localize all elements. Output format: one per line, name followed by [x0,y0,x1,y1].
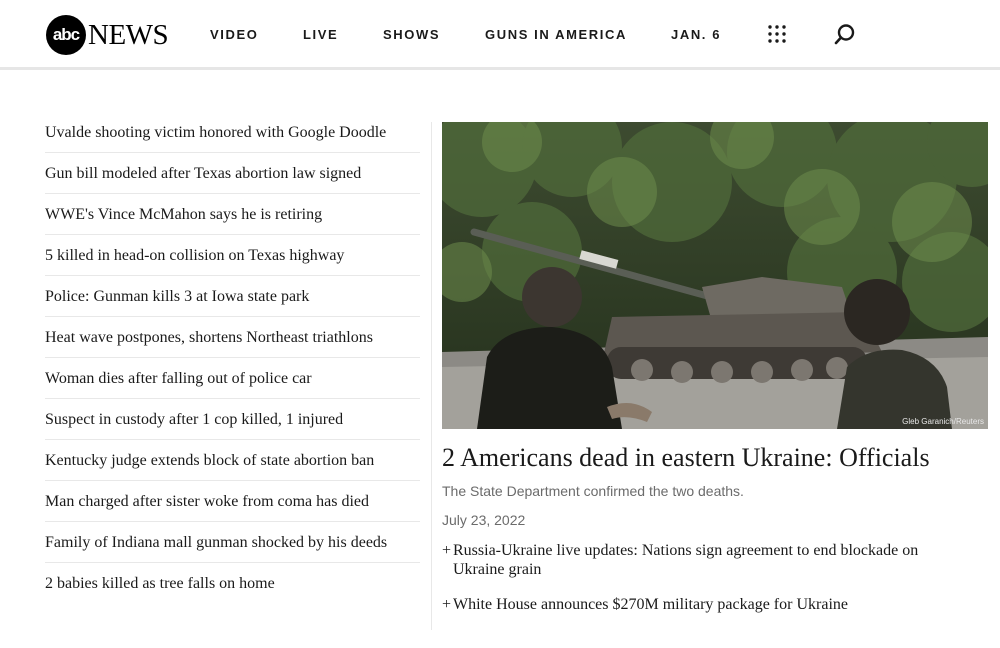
headline-link[interactable]: Family of Indiana mall gunman shocked by… [45,522,420,563]
headline-link[interactable]: Gun bill modeled after Texas abortion la… [45,153,420,194]
column-divider [431,122,432,630]
logo-wordmark: NEWS [88,18,169,51]
photo-credit: Gleb Garanich/Reuters [902,417,984,426]
plus-icon: + [442,596,452,613]
headline-link[interactable]: Police: Gunman kills 3 at Iowa state par… [45,276,420,317]
main-story-date: July 23, 2022 [442,512,526,528]
headline-link[interactable]: Woman dies after falling out of police c… [45,358,420,399]
related-link[interactable]: + White House announces $270M military p… [442,595,962,614]
nav-video[interactable]: VIDEO [210,27,258,42]
nav-shows[interactable]: SHOWS [383,27,440,42]
headline-link[interactable]: Heat wave postpones, shortens Northeast … [45,317,420,358]
main-story-image[interactable]: Gleb Garanich/Reuters [442,122,988,429]
main-story-title[interactable]: 2 Americans dead in eastern Ukraine: Off… [442,442,988,474]
headline-link[interactable]: 2 babies killed as tree falls on home [45,563,420,604]
abc-news-logo[interactable]: abc NEWS [46,15,169,55]
nav-live[interactable]: LIVE [303,27,338,42]
headline-link[interactable]: 5 killed in head-on collision on Texas h… [45,235,420,276]
menu-grid-icon[interactable] [768,25,786,43]
plus-icon: + [442,542,452,559]
logo-badge: abc [46,15,86,55]
search-icon[interactable] [834,23,856,45]
site-header: abc NEWS VIDEO LIVE SHOWS GUNS IN AMERIC… [0,0,1000,70]
headline-link[interactable]: WWE's Vince McMahon says he is retiring [45,194,420,235]
headline-list: Uvalde shooting victim honored with Goog… [45,112,420,604]
main-story-description: The State Department confirmed the two d… [442,483,744,499]
headline-link[interactable]: Suspect in custody after 1 cop killed, 1… [45,399,420,440]
related-link[interactable]: + Russia-Ukraine live updates: Nations s… [442,541,962,579]
headline-link[interactable]: Man charged after sister woke from coma … [45,481,420,522]
nav-guns-in-america[interactable]: GUNS IN AMERICA [485,27,627,42]
related-link-text: White House announces $270M military pac… [453,596,848,613]
headline-link[interactable]: Kentucky judge extends block of state ab… [45,440,420,481]
nav-jan-6[interactable]: JAN. 6 [671,27,721,42]
headline-link[interactable]: Uvalde shooting victim honored with Goog… [45,112,420,153]
related-link-text: Russia-Ukraine live updates: Nations sig… [453,542,919,578]
